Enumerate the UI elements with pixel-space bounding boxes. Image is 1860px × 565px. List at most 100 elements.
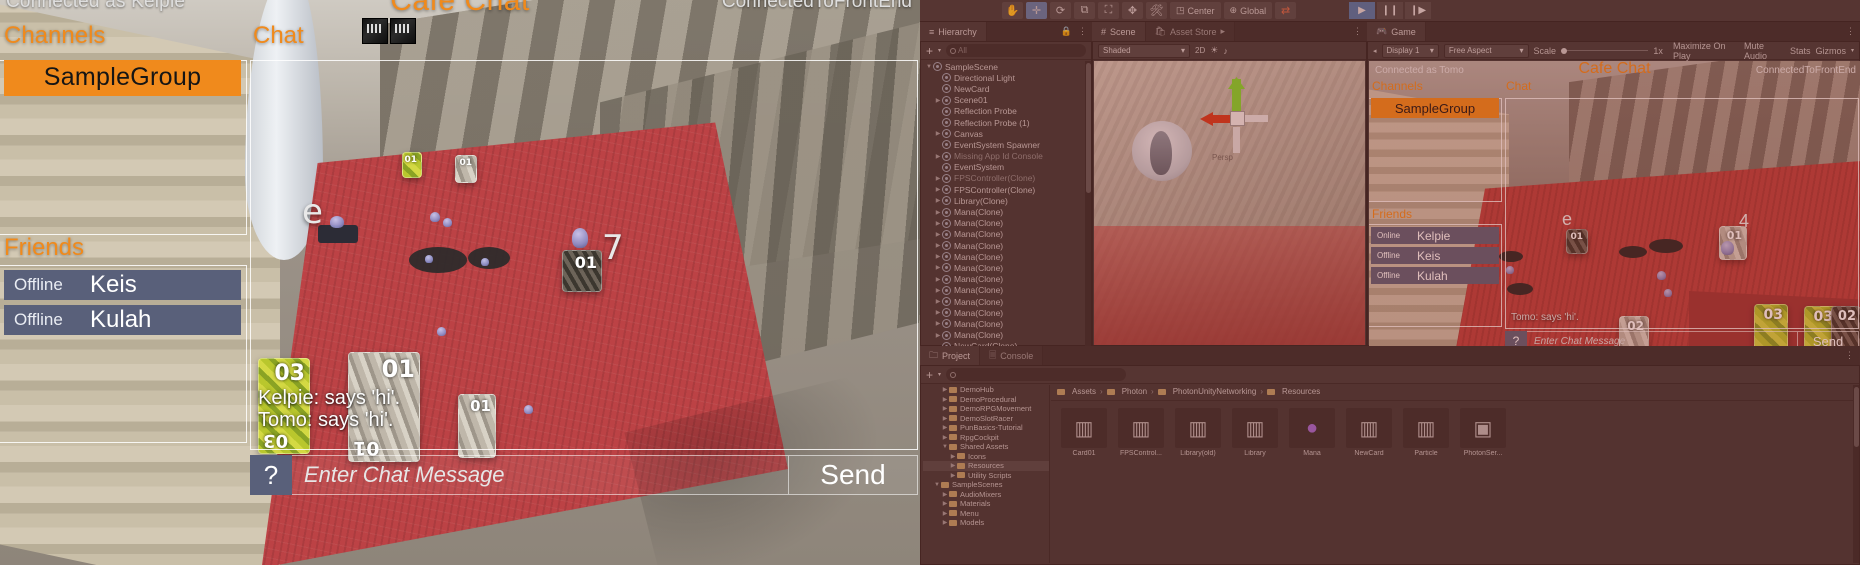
chevron-right-icon[interactable]: ▶	[934, 276, 942, 283]
tab-console[interactable]: 🗏 Console	[980, 346, 1044, 365]
chat-input[interactable]: Enter Chat Message	[1527, 331, 1797, 346]
hierarchy-item[interactable]: ▶ Library(Clone)	[921, 195, 1086, 206]
asset-item[interactable]: ▥ Particle	[1403, 408, 1449, 457]
scale-slider[interactable]	[1561, 46, 1649, 56]
breadcrumb-item[interactable]: Resources	[1282, 387, 1320, 396]
friend-row[interactable]: Offline Keis	[4, 270, 241, 300]
hierarchy-item[interactable]: ▶ Canvas	[921, 128, 1086, 139]
chevron-right-icon[interactable]: ▶	[934, 231, 942, 238]
game-viewport[interactable]: 01 01 03 02 03 02 Connected as Tomo Cafe…	[1369, 61, 1860, 346]
chevron-right-icon[interactable]: ▶	[934, 309, 942, 316]
chevron-right-icon[interactable]: ▶	[934, 287, 942, 294]
display-dropdown[interactable]: Display 1 ▾	[1381, 43, 1439, 58]
project-tree-item[interactable]: ▶ Models	[923, 518, 1049, 528]
lighting-icon[interactable]: ☀	[1210, 45, 1218, 56]
chevron-right-icon[interactable]: ▶	[934, 209, 942, 216]
kebab-menu-icon[interactable]: ⋮	[1353, 26, 1362, 36]
chevron-right-icon[interactable]: ▶	[934, 153, 942, 160]
breadcrumb[interactable]: Assets › Photon › PhotonUnityNetworking › Reso…	[1057, 387, 1320, 396]
audio-icon[interactable]: ♪	[1223, 46, 1228, 56]
chevron-right-icon[interactable]: ▶	[934, 97, 942, 104]
tab-asset-store[interactable]: 🛍 Asset Store ▸	[1145, 22, 1236, 41]
project-tree[interactable]: ▶ DemoHub ▶ DemoProcedural ▶ DemoRPGMovement ▶…	[923, 385, 1049, 563]
hierarchy-item[interactable]: ▶ Scene01	[921, 95, 1086, 106]
chevron-right-icon[interactable]: ▶	[934, 220, 942, 227]
project-tree-item[interactable]: ▶ DemoHub	[923, 385, 1049, 395]
mute-audio-toggle[interactable]: Mute Audio	[1744, 41, 1785, 61]
scale-tool-icon[interactable]: ⧉	[1074, 2, 1095, 19]
project-tree-item[interactable]: ▶ Menu	[923, 509, 1049, 519]
rotate-tool-icon[interactable]: ⟳	[1050, 2, 1071, 19]
move-tool-icon[interactable]: ✛	[1026, 2, 1047, 19]
hierarchy-item[interactable]: ▶ Mana(Clone)	[921, 285, 1086, 296]
scene-viewport[interactable]: Persp	[1094, 61, 1365, 345]
scrollbar-thumb[interactable]	[1853, 387, 1859, 447]
pause-button[interactable]: ❙❙	[1377, 2, 1403, 19]
asset-item[interactable]: ▥ Library	[1232, 408, 1278, 457]
chevron-right-icon[interactable]: ▶	[949, 462, 957, 469]
send-button[interactable]: Send	[1797, 331, 1859, 346]
project-tree-item[interactable]: ▶ DemoProcedural	[923, 395, 1049, 405]
scrollbar-thumb[interactable]	[1085, 63, 1091, 193]
add-asset-button[interactable]: +	[926, 368, 933, 382]
chevron-right-icon[interactable]: ▶	[941, 491, 949, 498]
project-tree-item[interactable]: ▶ PunBasics-Tutorial	[923, 423, 1049, 433]
hierarchy-item[interactable]: ▶ Mana(Clone)	[921, 274, 1086, 285]
help-button[interactable]: ?	[1505, 331, 1527, 346]
play-button[interactable]: ▶	[1349, 2, 1375, 19]
hierarchy-item[interactable]: ▶ Mana(Clone)	[921, 330, 1086, 341]
chevron-right-icon[interactable]: ▶	[934, 320, 942, 327]
maximize-on-play-toggle[interactable]: Maximize On Play	[1673, 41, 1739, 61]
move-gizmo[interactable]	[1200, 77, 1276, 157]
hierarchy-item[interactable]: ▶ Mana(Clone)	[921, 296, 1086, 307]
hierarchy-search-input[interactable]: All	[946, 44, 1086, 57]
chevron-right-icon[interactable]: ▶	[941, 434, 949, 441]
asset-grid[interactable]: ▥ Card01 ▥ FPSControl... ▥ Library(old) ▥ Libra…	[1061, 408, 1506, 457]
project-tree-item[interactable]: ▶ DemoSlotRacer	[923, 414, 1049, 424]
kebab-menu-icon[interactable]: ⋮	[1846, 26, 1855, 36]
space-dropdown[interactable]: ⊕ Global	[1223, 2, 1273, 19]
transform-tool-icon[interactable]: ✥	[1122, 2, 1143, 19]
send-button[interactable]: Send	[788, 455, 918, 495]
tab-project[interactable]: 🗀 Project	[920, 346, 981, 365]
chevron-down-icon[interactable]: ▾	[938, 371, 941, 378]
hierarchy-item[interactable]: ▶ Mana(Clone)	[921, 307, 1086, 318]
chevron-down-icon[interactable]: ▼	[925, 64, 933, 70]
chevron-right-icon[interactable]: ▶	[934, 264, 942, 271]
project-search-input[interactable]	[946, 368, 1127, 381]
project-tree-item[interactable]: ▶ Utility Scripts	[923, 471, 1049, 481]
hierarchy-item[interactable]: ▶ Mana(Clone)	[921, 251, 1086, 262]
collab-icon[interactable]: ⇄	[1275, 2, 1297, 19]
chevron-down-icon[interactable]: ▾	[1851, 47, 1854, 54]
chevron-down-icon[interactable]: ▼	[933, 482, 941, 488]
gizmos-toggle[interactable]: Gizmos	[1815, 46, 1846, 56]
two-d-toggle[interactable]: 2D	[1195, 46, 1205, 55]
project-tree-item[interactable]: ▶ AudioMixers	[923, 490, 1049, 500]
asset-item[interactable]: ▥ FPSControl...	[1118, 408, 1164, 457]
hierarchy-item[interactable]: Reflection Probe (1)	[921, 117, 1086, 128]
friend-row[interactable]: Offline Kulah	[4, 305, 241, 335]
asset-item[interactable]: ▥ NewCard	[1346, 408, 1392, 457]
hierarchy-item[interactable]: Directional Light	[921, 72, 1086, 83]
breadcrumb-item[interactable]: PhotonUnityNetworking	[1173, 387, 1257, 396]
hierarchy-item[interactable]: ▼ SampleScene	[921, 61, 1086, 72]
asset-item[interactable]: ▥ Library(old)	[1175, 408, 1221, 457]
chevron-right-icon[interactable]: ▶	[934, 130, 942, 137]
channel-button-samplegroup[interactable]: SampleGroup	[4, 60, 241, 96]
chevron-right-icon[interactable]: ▶	[941, 405, 949, 412]
hierarchy-item[interactable]: ▶ Mana(Clone)	[921, 229, 1086, 240]
friend-row[interactable]: Offline Keis	[1371, 247, 1499, 264]
friend-row[interactable]: Online Kelpie	[1371, 227, 1499, 244]
chevron-right-icon[interactable]: ▶	[934, 298, 942, 305]
rect-tool-icon[interactable]: ⛶	[1098, 2, 1119, 19]
chat-input[interactable]: Enter Chat Message	[292, 455, 788, 495]
project-tree-item[interactable]: ▶ Materials	[923, 499, 1049, 509]
chevron-right-icon[interactable]: ▶	[934, 332, 942, 339]
hierarchy-item[interactable]: ▶ Missing App Id Console	[921, 151, 1086, 162]
project-tree-item[interactable]: ▼ Shared Assets	[923, 442, 1049, 452]
chevron-right-icon[interactable]: ▶	[934, 242, 942, 249]
kebab-menu-icon[interactable]: ⋮	[1078, 26, 1087, 37]
chevron-down-icon[interactable]: ▾	[938, 47, 941, 54]
asset-item[interactable]: ▣ PhotonSer...	[1460, 408, 1506, 457]
tab-game[interactable]: 🎮 Game	[1367, 22, 1426, 41]
